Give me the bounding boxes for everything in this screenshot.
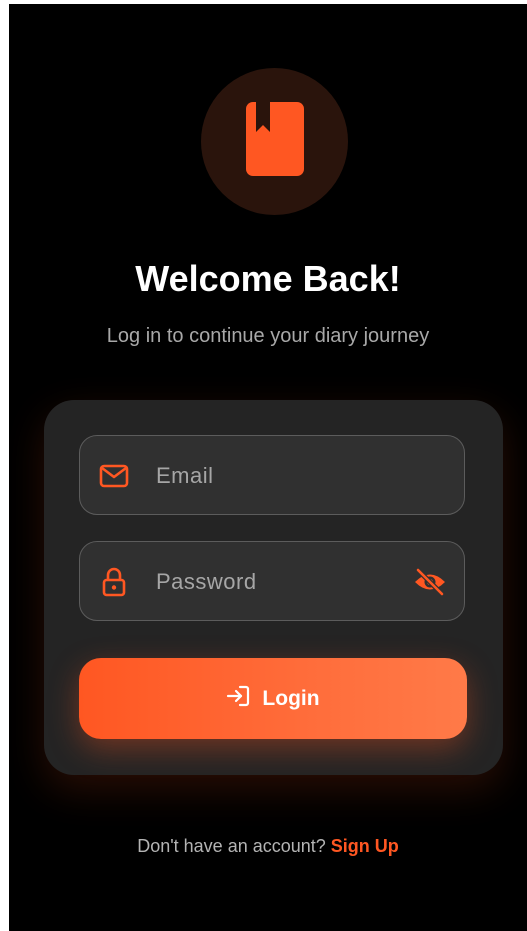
mail-icon [98, 462, 130, 490]
signup-link[interactable]: Sign Up [331, 836, 399, 856]
signup-prompt: Don't have an account? [137, 836, 326, 856]
login-button[interactable]: Login [79, 658, 467, 739]
login-screen: Welcome Back! Log in to continue your di… [9, 4, 527, 931]
email-input[interactable] [156, 458, 406, 494]
email-field[interactable] [79, 435, 465, 515]
bookmark-book-icon [245, 101, 305, 182]
password-input[interactable] [156, 564, 406, 600]
page-subtitle: Log in to continue your diary journey [106, 325, 430, 347]
login-icon [226, 685, 250, 712]
lock-icon [98, 567, 130, 597]
password-field[interactable] [79, 541, 465, 621]
app-logo [201, 68, 348, 215]
signup-row: Don't have an account? Sign Up [9, 836, 527, 857]
login-card: Login [44, 400, 503, 775]
page-title: Welcome Back! [135, 258, 401, 299]
eye-off-icon[interactable] [412, 566, 448, 598]
login-button-label: Login [262, 686, 320, 710]
